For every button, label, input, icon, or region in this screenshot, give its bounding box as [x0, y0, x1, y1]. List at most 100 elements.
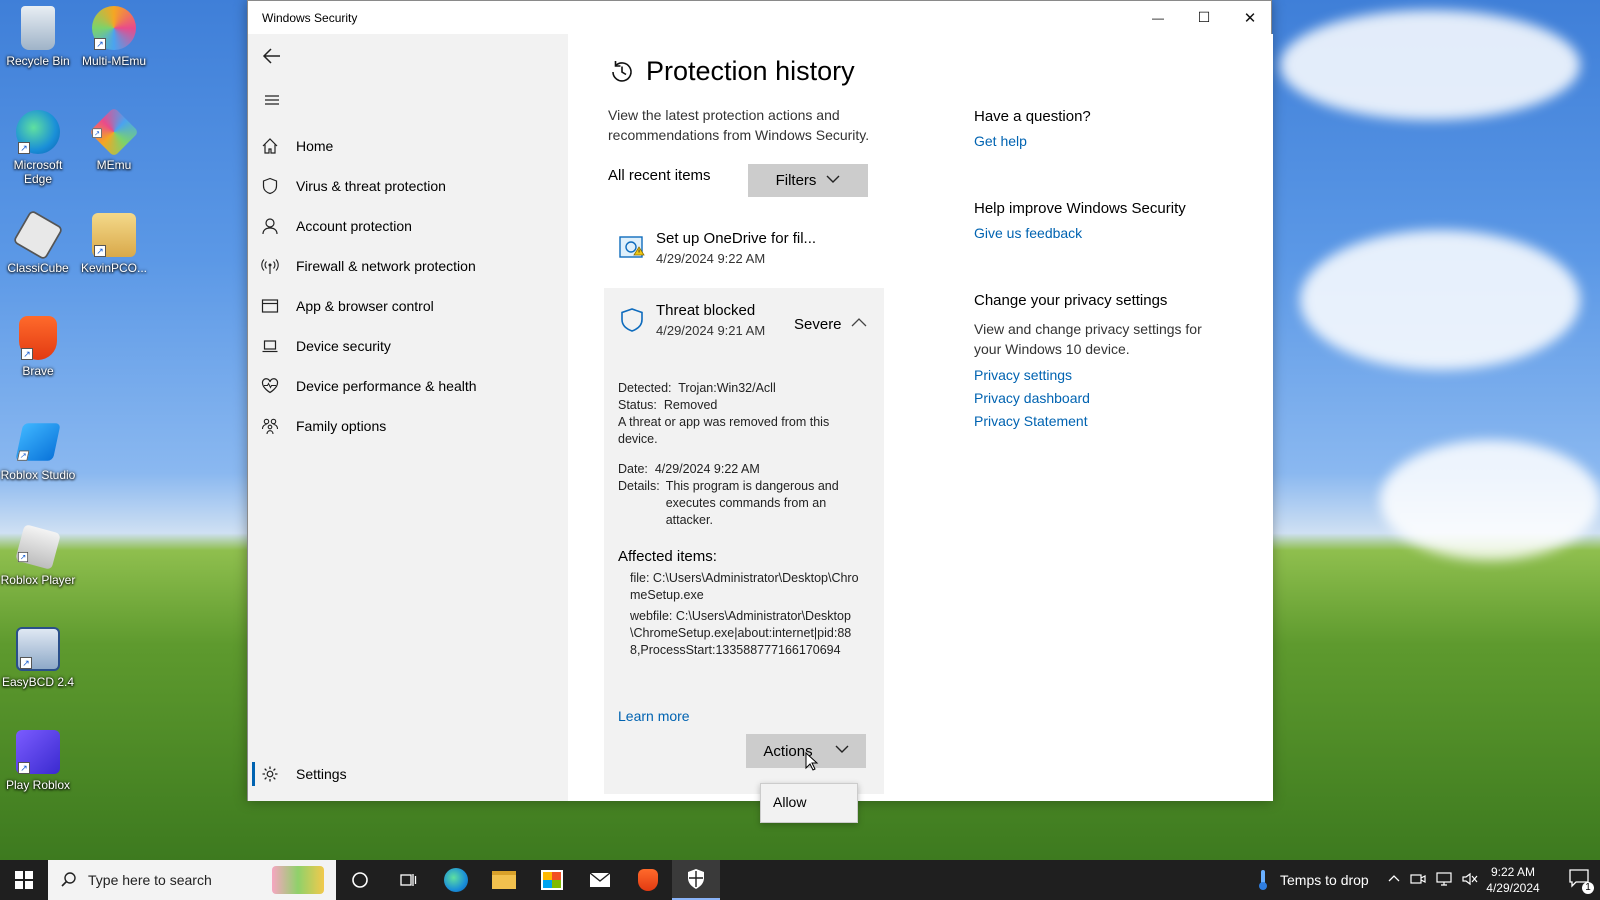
sidebar-item-device-performance-health[interactable]: Device performance & health	[248, 368, 568, 404]
mail-icon	[589, 872, 611, 887]
sidebar-item-home[interactable]: Home	[248, 128, 568, 164]
sidebar-item-label: Family options	[296, 418, 387, 434]
sidebar-item-firewall-network[interactable]: Firewall & network protection	[248, 248, 568, 284]
easybcd-icon: ↗	[16, 627, 60, 671]
affected-webfile-path: webfile: C:\Users\Administrator\Desktop\…	[630, 609, 852, 657]
help-section: Have a question? Get help	[974, 108, 1244, 149]
detected-value: Trojan:Win32/Acll	[678, 381, 776, 395]
desktop-icon-multi-memu[interactable]: ↗ Multi-MEmu	[76, 6, 152, 68]
shield-icon	[618, 306, 646, 334]
meet-now-icon[interactable]	[1410, 872, 1426, 889]
desktop-icon-roblox-studio[interactable]: ↗ Roblox Studio	[0, 420, 76, 482]
sidebar-item-app-browser-control[interactable]: App & browser control	[248, 288, 568, 324]
privacy-dashboard-link[interactable]: Privacy dashboard	[974, 390, 1244, 406]
start-button[interactable]	[0, 860, 48, 900]
desktop-icon-memu[interactable]: ↗ MEmu	[76, 107, 152, 172]
taskbar-file-explorer[interactable]	[480, 860, 528, 900]
sidebar-item-label: App & browser control	[296, 298, 434, 314]
taskbar-clock[interactable]: 9:22 AM 4/29/2024	[1478, 864, 1548, 896]
taskbar-mail[interactable]	[576, 860, 624, 900]
edge-icon	[444, 868, 468, 892]
roblox-studio-icon: ↗	[15, 423, 61, 461]
home-icon	[260, 136, 280, 156]
back-button[interactable]	[260, 44, 284, 68]
status-note: A threat or app was removed from this de…	[618, 415, 830, 446]
weather-widget[interactable]: Temps to drop	[1256, 860, 1369, 900]
desktop-icon-roblox-player[interactable]: ↗ Roblox Player	[0, 524, 76, 587]
menu-item-allow[interactable]: Allow	[773, 794, 806, 810]
minimize-icon: —	[1152, 10, 1164, 25]
sidebar-item-virus-threat-protection[interactable]: Virus & threat protection	[248, 168, 568, 204]
volume-muted-icon[interactable]	[1462, 872, 1478, 889]
sidebar-item-label: Virus & threat protection	[296, 178, 446, 194]
actions-dropdown-menu: Allow	[760, 783, 858, 823]
task-view-button[interactable]	[384, 860, 432, 900]
status-row: Status: Removed	[618, 397, 717, 414]
details-value: This program is dangerous and executes c…	[665, 479, 839, 527]
taskbar-edge[interactable]	[432, 860, 480, 900]
taskbar-search-box[interactable]: Type here to search	[48, 860, 336, 900]
desktop-icon-label: ClassiCube	[7, 261, 69, 275]
maximize-icon: ☐	[1197, 9, 1211, 25]
sidebar-item-label: Device security	[296, 338, 391, 354]
taskbar-windows-security[interactable]	[672, 860, 720, 900]
severity-label: Severe	[794, 316, 842, 333]
chevron-up-icon[interactable]	[1388, 873, 1400, 888]
desktop-icon-recycle-bin[interactable]: Recycle Bin	[0, 6, 76, 68]
chevron-up-icon[interactable]	[850, 314, 868, 332]
brave-icon: ↗	[19, 316, 57, 360]
desktop-icon-easybcd[interactable]: ↗ EasyBCD 2.4	[0, 627, 76, 689]
minimize-button[interactable]: —	[1135, 1, 1181, 34]
desktop-icon-label: Recycle Bin	[6, 54, 70, 68]
heart-icon	[260, 376, 280, 396]
notification-center-button[interactable]: 1	[1568, 868, 1594, 894]
desktop-icon-label: Roblox Studio	[0, 468, 76, 482]
taskbar-brave[interactable]	[624, 860, 672, 900]
desktop-icon-play-roblox[interactable]: ↗ Play Roblox	[0, 730, 76, 792]
filters-label: Filters	[775, 172, 817, 189]
privacy-settings-link[interactable]: Privacy settings	[974, 367, 1244, 383]
sidebar-item-account-protection[interactable]: Account protection	[248, 208, 568, 244]
history-item-date: 4/29/2024 9:21 AM	[656, 323, 766, 338]
sidebar-item-settings[interactable]: Settings	[248, 756, 568, 792]
desktop-icon-label: Roblox Player	[0, 573, 76, 587]
memu-icon: ↗	[89, 107, 139, 157]
all-recent-items-label: All recent items	[608, 167, 711, 184]
desktop-icon-kevinpco[interactable]: ↗ KevinPCO...	[76, 213, 152, 275]
system-tray	[1388, 860, 1478, 900]
close-button[interactable]: ✕	[1227, 1, 1273, 34]
privacy-statement-link[interactable]: Privacy Statement	[974, 413, 1244, 429]
title-bar[interactable]: Windows Security — ☐ ✕	[248, 1, 1271, 34]
cloud	[1380, 440, 1600, 560]
learn-more-link[interactable]: Learn more	[618, 708, 690, 724]
sidebar: Home Virus & threat protection Account p…	[248, 34, 568, 801]
filters-button[interactable]: Filters	[748, 164, 868, 197]
history-item-onedrive[interactable]: Set up OneDrive for fil... 4/29/2024 9:2…	[604, 224, 884, 282]
taskbar-store[interactable]	[528, 860, 576, 900]
back-arrow-icon	[262, 48, 280, 64]
window-title: Windows Security	[262, 11, 358, 25]
threat-item-header[interactable]: Threat blocked 4/29/2024 9:21 AM Severe	[604, 288, 884, 354]
give-feedback-link[interactable]: Give us feedback	[974, 225, 1244, 241]
desktop-icon-brave[interactable]: ↗ Brave	[0, 316, 76, 378]
maximize-button[interactable]: ☐	[1181, 1, 1227, 34]
sidebar-item-family-options[interactable]: Family options	[248, 408, 568, 444]
date-value: 4/29/2024 9:22 AM	[654, 462, 760, 476]
desktop-icon-label: Multi-MEmu	[81, 54, 146, 68]
clock-date: 4/29/2024	[1486, 881, 1540, 895]
get-help-link[interactable]: Get help	[974, 133, 1244, 149]
have-a-question-heading: Have a question?	[974, 108, 1091, 125]
desktop-icon-edge[interactable]: ↗ Microsoft Edge	[0, 110, 76, 186]
thermometer-icon	[1259, 870, 1267, 890]
privacy-description: View and change privacy settings for you…	[974, 321, 1202, 357]
feedback-section: Help improve Windows Security Give us fe…	[974, 200, 1244, 241]
cortana-button[interactable]	[336, 860, 384, 900]
hamburger-icon	[265, 95, 279, 105]
clock-time: 9:22 AM	[1490, 865, 1536, 879]
sidebar-item-device-security[interactable]: Device security	[248, 328, 568, 364]
network-icon[interactable]	[1436, 871, 1452, 889]
page-title-text: Protection history	[646, 56, 855, 86]
history-item-date: 4/29/2024 9:22 AM	[656, 251, 766, 266]
hamburger-menu-button[interactable]	[260, 88, 284, 112]
desktop-icon-classicube[interactable]: ClassiCube	[0, 209, 76, 275]
